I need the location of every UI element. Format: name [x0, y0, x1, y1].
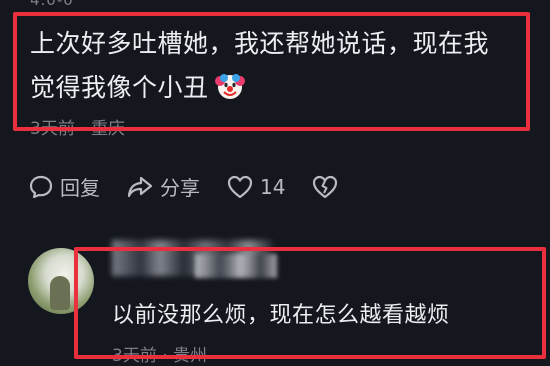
reply-avatar[interactable]	[28, 248, 94, 314]
like-button[interactable]: 14	[226, 174, 285, 200]
comment-meta: 3天前 · 重庆	[30, 119, 126, 139]
share-button[interactable]: 分享	[126, 172, 200, 201]
share-icon	[126, 174, 154, 200]
reply-button[interactable]: 回复	[28, 172, 100, 201]
like-count: 14	[260, 174, 286, 199]
comment-body: 上次好多吐槽她，我还帮她说话，现在我觉得我像个小丑	[30, 22, 500, 110]
heart-icon	[226, 174, 254, 200]
avatar-figure	[50, 276, 70, 310]
blurred-username-detail	[195, 254, 277, 278]
reply-label: 回复	[60, 176, 100, 200]
reply-body: 以前没那么烦，现在怎么越看越烦	[112, 303, 450, 328]
comment-username[interactable]: 4.0-0	[30, 0, 74, 9]
dislike-button[interactable]	[311, 174, 339, 200]
reply-icon	[28, 174, 54, 200]
broken-heart-icon	[311, 174, 339, 200]
reply-meta: 3天前 · 贵州	[112, 346, 208, 366]
clown-emoji-icon	[214, 71, 245, 101]
comment-actions: 回复 分享 14	[28, 172, 365, 201]
comment-text: 上次好多吐槽她，我还帮她说话，现在我觉得我像个小丑	[30, 29, 490, 102]
share-label: 分享	[160, 176, 200, 200]
